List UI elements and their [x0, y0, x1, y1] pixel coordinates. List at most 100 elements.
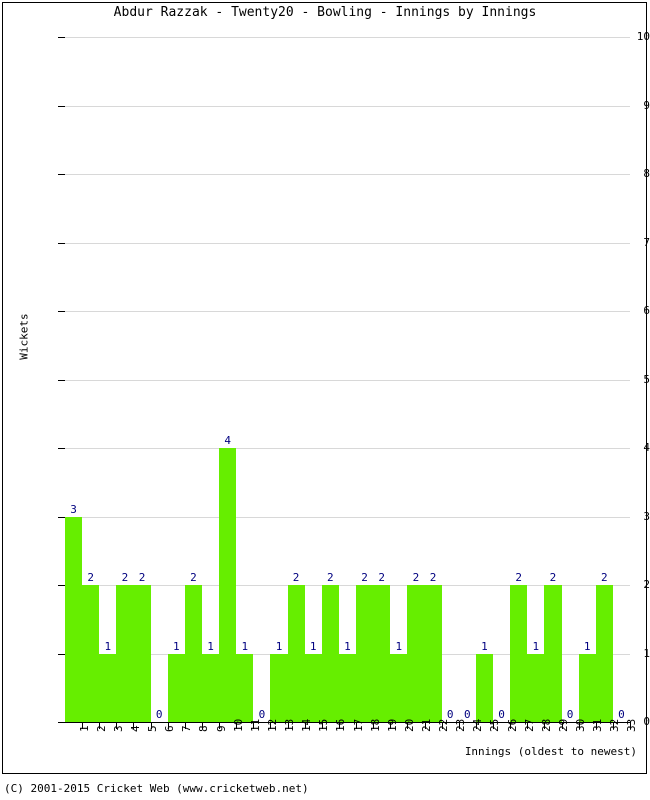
x-axis-tick-label: 18 — [368, 718, 382, 732]
copyright-footer: (C) 2001-2015 Cricket Web (www.cricketwe… — [4, 782, 309, 795]
bar-value-label: 1 — [395, 639, 403, 653]
bar — [270, 653, 288, 722]
x-axis-tick-label: 4 — [128, 725, 142, 732]
bar — [390, 653, 408, 722]
bar — [304, 653, 322, 722]
bar — [133, 585, 151, 722]
bar-value-label: 2 — [292, 571, 300, 584]
x-axis-tick-label: 20 — [402, 718, 416, 732]
bar — [201, 653, 220, 722]
bar-value-label: 2 — [87, 571, 94, 584]
bar-value-label: 2 — [549, 571, 557, 584]
x-axis-tick-label: 21 — [419, 718, 433, 732]
x-axis-tick-label: 25 — [488, 718, 502, 732]
bar — [219, 448, 237, 722]
x-axis-tick-label: 28 — [539, 718, 553, 732]
y-axis-tick-label: 2 — [643, 578, 650, 591]
x-axis-tick-label: 30 — [574, 718, 588, 732]
y-axis-tick-label: 7 — [643, 235, 650, 249]
y-axis-tick-label: 5 — [643, 372, 650, 386]
bar-value-label: 2 — [361, 571, 368, 584]
chart-page: Abdur Razzak - Twenty20 - Bowling - Inni… — [0, 0, 650, 800]
gridline — [65, 37, 630, 38]
bar-value-label: 0 — [155, 708, 163, 721]
bar — [544, 585, 562, 722]
bar-value-label: 1 — [344, 639, 351, 653]
x-axis-tick-label: 32 — [608, 718, 622, 732]
gridline — [65, 379, 630, 381]
y-axis-tick-mark — [58, 105, 65, 107]
gridline — [65, 242, 630, 244]
bar-value-label: 2 — [327, 571, 334, 584]
y-axis-tick-mark — [58, 448, 65, 449]
bar-value-label: 1 — [532, 639, 540, 653]
y-axis-tick-label: 6 — [643, 304, 650, 317]
bar — [338, 653, 357, 722]
bar-value-label: 3 — [70, 502, 77, 516]
x-axis-tick-label: 5 — [146, 725, 160, 732]
bar-value-label: 1 — [309, 639, 317, 653]
bar — [116, 585, 134, 722]
x-axis-tick-label: 13 — [283, 718, 296, 732]
bar — [82, 585, 100, 722]
y-axis-tick-label: 9 — [643, 98, 650, 112]
y-axis-tick-mark — [58, 37, 65, 38]
x-axis-tick-label: 24 — [471, 718, 485, 732]
x-axis-tick-label: 9 — [214, 725, 228, 732]
bar — [287, 585, 305, 722]
bar — [407, 585, 425, 722]
bar-value-label: 4 — [224, 434, 231, 447]
x-axis-tick-label: 31 — [591, 718, 605, 732]
bar — [510, 585, 528, 722]
x-axis-tick-label: 11 — [248, 718, 262, 732]
bar — [475, 653, 494, 722]
gridline — [65, 516, 630, 518]
bar — [65, 516, 83, 722]
y-axis-tick-mark — [58, 242, 65, 244]
bar-value-label: 2 — [412, 571, 420, 584]
bar-value-label: 2 — [121, 571, 129, 584]
bar-value-label: 1 — [172, 639, 180, 653]
x-axis-tick-label: 16 — [334, 718, 348, 732]
x-axis-tick-label: 23 — [454, 718, 468, 732]
bar — [184, 585, 202, 722]
bar — [578, 653, 596, 722]
bar — [321, 585, 339, 722]
bar-value-label: 2 — [429, 571, 437, 584]
x-axis-tick-label: 3 — [111, 725, 125, 732]
x-axis-tick-label: 15 — [317, 718, 331, 732]
bar-value-label: 1 — [481, 639, 488, 653]
x-axis-tick-label: 2 — [94, 725, 108, 732]
x-axis-tick-label: 26 — [505, 718, 519, 732]
y-axis-tick-mark — [58, 653, 65, 655]
x-axis-tick-label: 8 — [197, 725, 211, 732]
y-axis-tick-label: 10 — [636, 30, 650, 43]
x-axis-tick-label: 14 — [300, 718, 314, 732]
bar — [424, 585, 442, 722]
bar-value-label: 1 — [207, 639, 214, 653]
bar-value-label: 1 — [104, 639, 112, 653]
x-axis-tick-label: 1 — [77, 725, 91, 732]
x-axis-tick-label: 29 — [556, 718, 570, 732]
y-axis-tick-mark — [58, 722, 65, 723]
bar — [527, 653, 545, 722]
bar-value-label: 2 — [190, 571, 197, 584]
x-axis-tick-label: 12 — [265, 718, 279, 732]
x-axis-tick-label: 22 — [437, 718, 451, 732]
bar-value-label: 1 — [241, 639, 249, 653]
page-title: Abdur Razzak - Twenty20 - Bowling - Inni… — [113, 5, 537, 20]
bar-value-label: 2 — [378, 571, 386, 584]
x-axis-tick-label: 19 — [385, 718, 399, 732]
x-axis-tick-label: 27 — [522, 718, 536, 732]
y-axis-tick-label: 8 — [643, 167, 650, 180]
y-axis-tick-label: 1 — [643, 646, 650, 660]
x-axis-tick-label: 6 — [163, 725, 177, 732]
y-axis-tick-mark — [58, 311, 65, 312]
bar — [373, 585, 391, 722]
y-axis-label: Wickets — [17, 313, 31, 360]
x-axis-label: Innings (oldest to newest) — [464, 745, 637, 758]
x-axis-tick-label: 10 — [231, 718, 245, 732]
y-axis-tick-mark — [58, 379, 65, 381]
x-axis-tick-label: 33 — [625, 718, 639, 732]
gridline — [65, 105, 630, 107]
